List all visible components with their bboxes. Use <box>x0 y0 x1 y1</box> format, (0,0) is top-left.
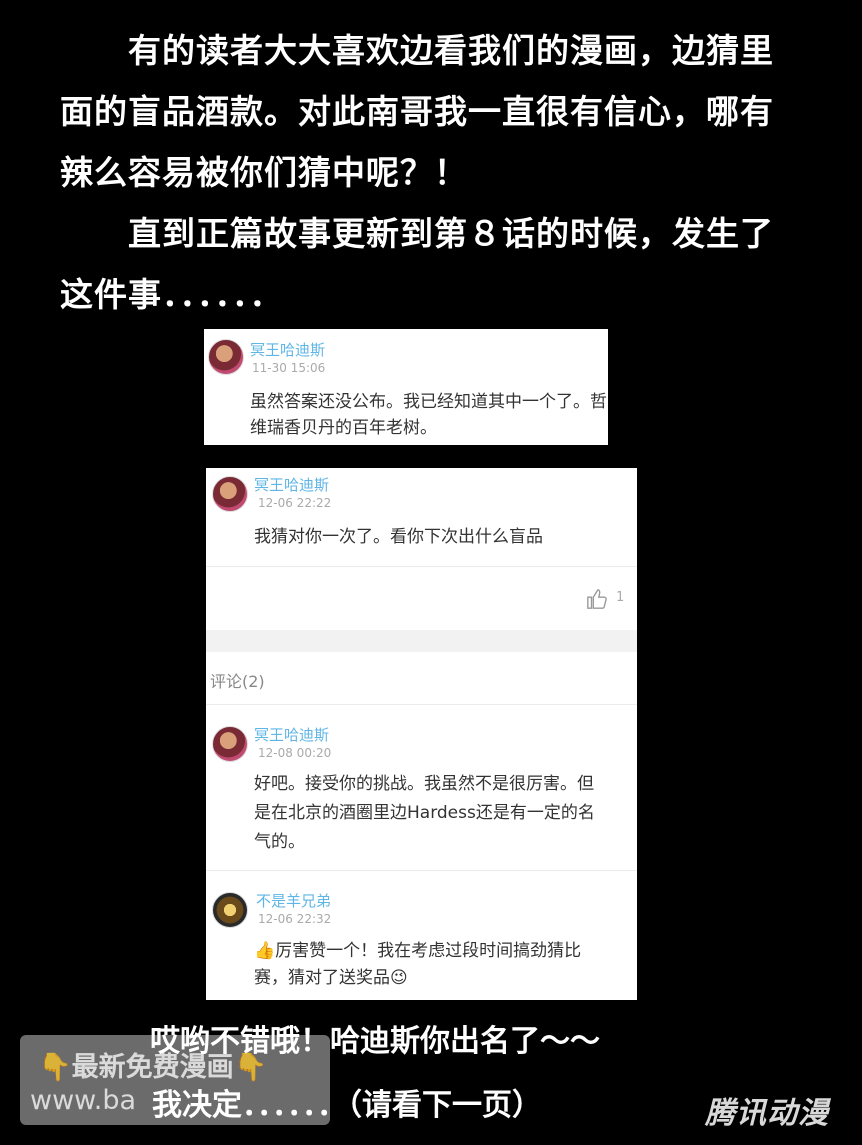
avatar[interactable] <box>212 476 248 512</box>
pointing-down-icon: 👇 <box>38 1052 72 1083</box>
comment-item-1: 冥王哈迪斯 12-08 00:20 好吧。接受你的挑战。我虽然不是很厉害。但是在… <box>206 704 637 868</box>
section-gap <box>206 630 637 652</box>
avatar[interactable] <box>212 726 248 762</box>
thumbs-up-icon <box>587 589 607 609</box>
brand-logo: 腾讯动漫 <box>705 1096 829 1131</box>
watermark-line-1: 👇最新免费漫画👇 <box>38 1045 267 1084</box>
timestamp: 12-08 00:20 <box>258 746 332 760</box>
avatar[interactable] <box>208 339 244 375</box>
username[interactable]: 冥王哈迪斯 <box>254 724 329 745</box>
username[interactable]: 不是羊兄弟 <box>256 890 331 911</box>
wink-emoji-icon: 😉 <box>390 968 408 988</box>
comment-text: 好吧。接受你的挑战。我虽然不是很厉害。但是在北京的酒圈里边Hardess还是有一… <box>254 774 595 852</box>
caption-line-2: 我决定．．．．．．（请看下一页） <box>152 1088 542 1123</box>
comment-card-1: 冥王哈迪斯 11-30 15:06 虽然答案还没公布。我已经知道其中一个了。哲维… <box>204 329 608 445</box>
intro-paragraph-2: 直到正篇故事更新到第８话的时候，发生了这件事．．．．．． <box>60 214 774 314</box>
comment-item-2: 不是羊兄弟 12-06 22:32 👍厉害赞一个！我在考虑过段时间搞劲猜比赛，猜… <box>206 870 637 1000</box>
timestamp: 11-30 15:06 <box>252 361 326 375</box>
comment-card-2: 冥王哈迪斯 12-06 22:22 我猜对你一次了。看你下次出什么盲品 1 评论… <box>206 468 637 1000</box>
comments-header: 评论(2) <box>210 672 265 691</box>
avatar[interactable] <box>212 892 248 928</box>
like-count: 1 <box>616 590 625 605</box>
comment-text: 👍厉害赞一个！我在考虑过段时间搞劲猜比赛，猜对了送奖品😉 <box>254 938 604 992</box>
pointing-down-icon: 👇 <box>233 1052 268 1083</box>
watermark-text: 最新免费漫画 <box>71 1052 234 1083</box>
thumbs-up-emoji-icon: 👍 <box>254 941 276 961</box>
username[interactable]: 冥王哈迪斯 <box>254 474 329 495</box>
timestamp: 12-06 22:22 <box>258 496 332 510</box>
comment-body: 厉害赞一个！我在考虑过段时间搞劲猜比赛，猜对了送奖品 <box>254 941 582 988</box>
post-text: 我猜对你一次了。看你下次出什么盲品 <box>254 527 543 547</box>
intro-paragraph-1: 有的读者大大喜欢边看我们的漫画，边猜里面的盲品酒款。对此南哥我一直很有信心，哪有… <box>60 31 774 192</box>
username[interactable]: 冥王哈迪斯 <box>250 339 325 360</box>
divider <box>206 566 637 567</box>
like-button[interactable]: 1 <box>586 588 631 612</box>
timestamp: 12-06 22:32 <box>258 912 332 926</box>
comment-text: 虽然答案还没公布。我已经知道其中一个了。哲维瑞香贝丹的百年老树。 <box>250 392 607 438</box>
watermark-line-2: www.ba <box>30 1085 137 1116</box>
